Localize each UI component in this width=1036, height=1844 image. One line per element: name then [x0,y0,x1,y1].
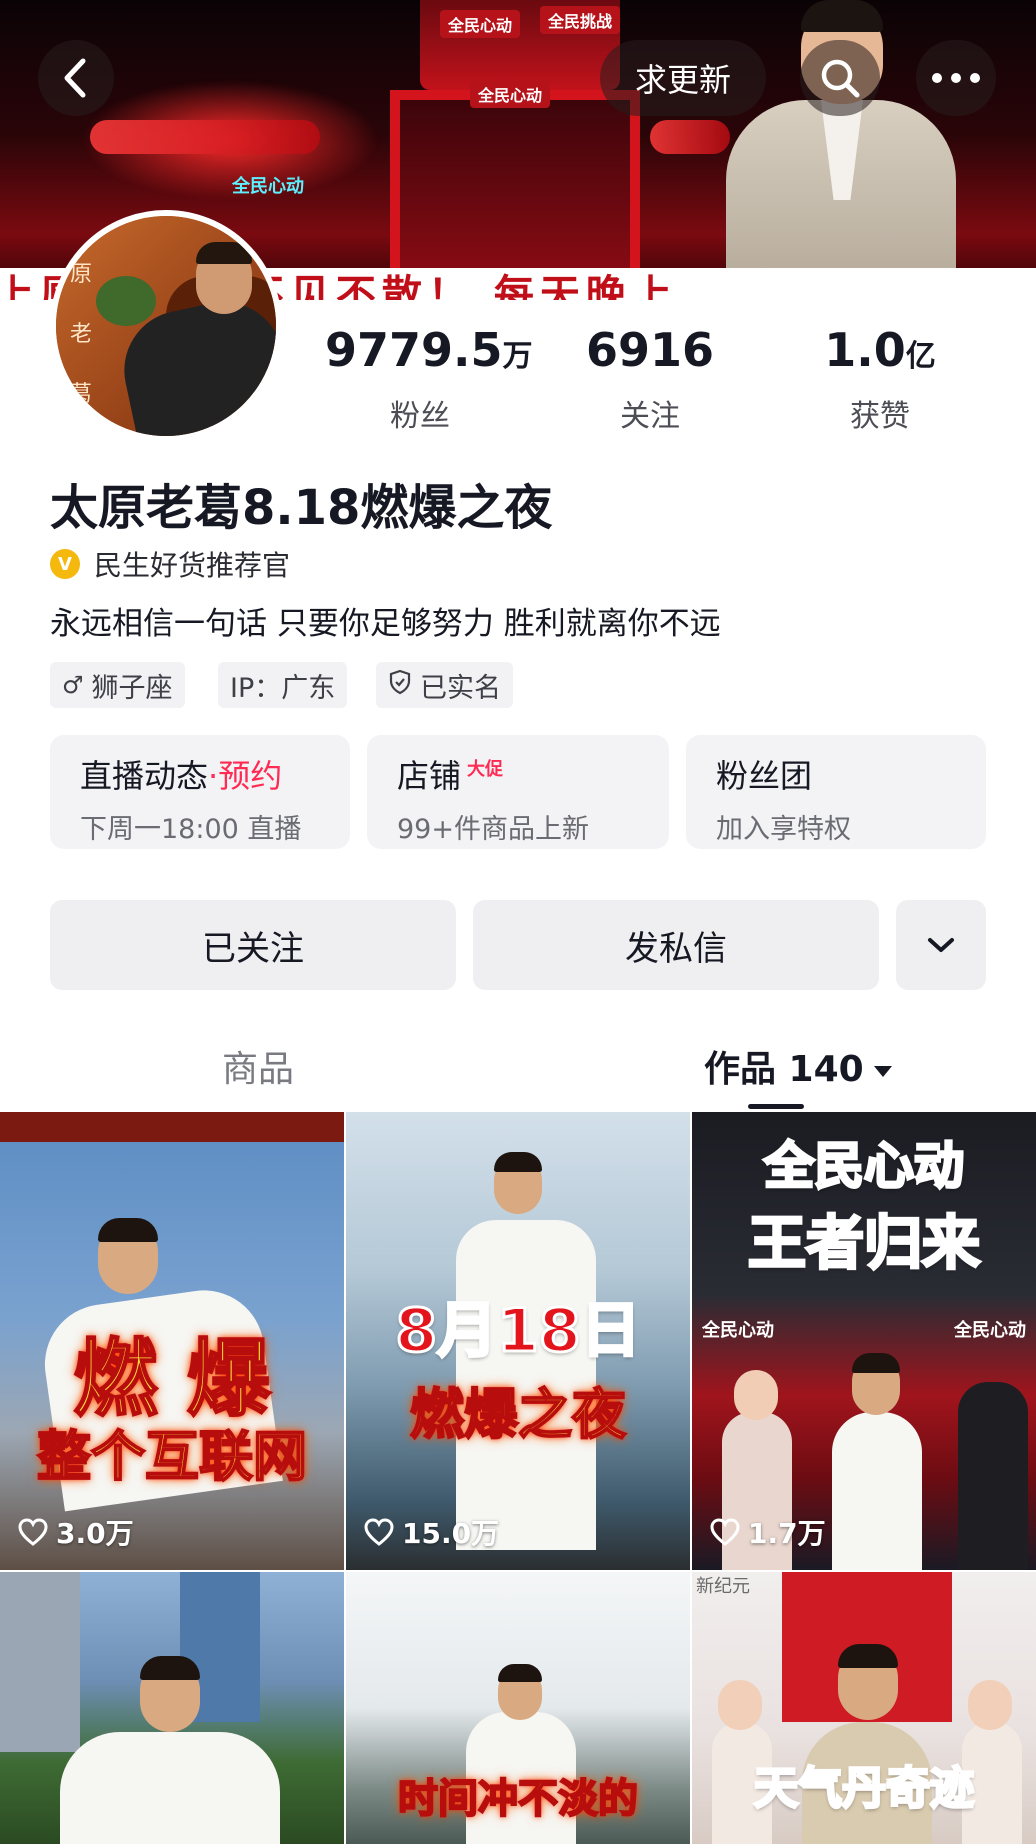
tag-ip-location: IP：广东 [218,662,348,708]
banner-sign: 全民心动 [470,80,551,108]
stage-sign: 全民心动 [702,1320,774,1341]
card-live-status[interactable]: 直播动态·预约 下周一18:00 直播 [50,735,350,849]
video-likes: 3.0万 [18,1512,134,1552]
video-caption: 天气丹奇迹 [753,1762,976,1816]
video-tile[interactable]: 8月18日 燃爆之夜 15.0万 [346,1112,690,1570]
video-caption: 整个互联网 [36,1424,308,1489]
card-fan-club[interactable]: 粉丝团 加入享特权 [686,735,986,849]
back-button[interactable] [38,40,114,116]
following-button[interactable]: 已关注 [50,900,456,990]
heart-icon [364,1518,394,1546]
tag-zodiac: ♂ 狮子座 [50,662,185,708]
chevron-down-icon [928,938,954,952]
video-tile[interactable] [0,1572,344,1844]
banner-sign: 全民挑战 [540,6,621,34]
video-caption: 全民心动 [763,1136,966,1197]
tab-indicator [748,1104,804,1109]
chevron-left-icon [64,58,86,98]
video-tile[interactable]: 燃 爆 整个互联网 3.0万 [0,1112,344,1570]
video-caption: 时间冲不淡的 [397,1775,639,1823]
tab-products[interactable]: 商品 [222,1040,294,1092]
video-corner-text: 新纪元 [696,1576,750,1597]
tab-works[interactable]: 作品 140 [704,1040,892,1092]
video-caption: 王者归来 [746,1208,981,1279]
expand-button[interactable] [896,900,986,990]
message-button[interactable]: 发私信 [473,900,879,990]
video-tile[interactable]: 新纪元 天气丹奇迹 [692,1572,1036,1844]
avatar[interactable]: 原 老 葛 [50,210,282,442]
male-icon: ♂ [62,671,84,699]
video-likes: 15.0万 [364,1512,499,1552]
video-likes: 1.7万 [710,1512,826,1552]
banner-sign: 全民心动 [440,10,521,38]
video-caption: 8月18日 [394,1295,642,1368]
tag-real-name: 已实名 [376,662,513,708]
stat-label: 关注 [620,399,680,434]
request-update-button[interactable]: 求更新 [600,40,766,116]
stat-following[interactable]: 6916 关注 [560,322,740,435]
more-button[interactable] [916,40,996,116]
more-dots-icon [932,73,980,83]
card-shop[interactable]: 店铺 大促 99+件商品上新 [367,735,669,849]
verification-row[interactable]: V 民生好货推荐官 [50,544,290,584]
video-tile[interactable]: 全民心动 王者归来 全民心动 全民心动 1.7万 [692,1112,1036,1570]
profile-bio: 永远相信一句话 只要你足够努力 胜利就离你不远 [50,606,721,642]
verification-text: 民生好货推荐官 [94,549,291,582]
caret-down-icon [873,1065,892,1077]
verified-badge-icon: V [50,549,80,579]
stage-sign: 全民心动 [954,1320,1026,1341]
video-caption: 燃爆之夜 [409,1382,627,1447]
heart-icon [710,1518,740,1546]
shield-check-icon [388,669,412,701]
profile-name: 太原老葛8.18燃爆之夜 [50,480,553,536]
video-tile[interactable]: 时间冲不淡的 [346,1572,690,1844]
banner-neon-text: 全民心动 [232,176,304,197]
stat-followers[interactable]: 9779.5万 粉丝 [325,322,533,435]
search-button[interactable] [800,40,880,116]
heart-icon [18,1518,48,1546]
stat-label: 获赞 [850,399,910,434]
stat-likes[interactable]: 1.0亿 获赞 [790,322,970,435]
stat-label: 粉丝 [390,399,450,434]
search-icon [821,59,860,98]
